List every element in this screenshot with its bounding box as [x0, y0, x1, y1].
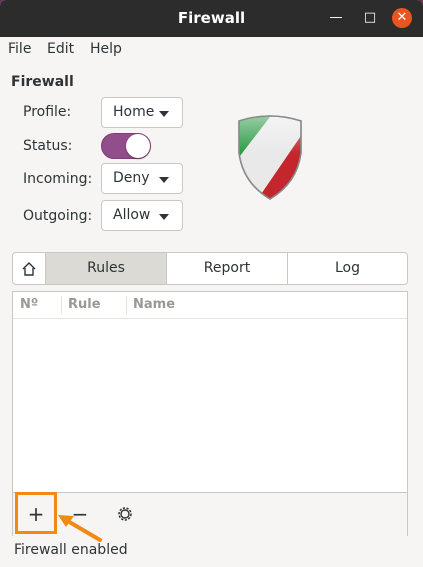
toggle-knob — [126, 134, 150, 158]
shield-icon — [238, 115, 302, 200]
gear-icon — [118, 507, 132, 521]
tab-bar: Rules Report Log — [12, 252, 408, 285]
menu-bar: File Edit Help — [0, 37, 423, 61]
incoming-label: Incoming: — [23, 171, 93, 187]
close-button[interactable]: ✕ — [392, 8, 412, 28]
menu-edit[interactable]: Edit — [47, 41, 74, 57]
status-bar-text: Firewall enabled — [14, 542, 128, 558]
column-name[interactable]: Name — [133, 297, 175, 312]
column-separator — [126, 296, 127, 314]
annotation-arrow-icon — [58, 515, 102, 542]
menu-help[interactable]: Help — [90, 41, 122, 57]
outgoing-value: Allow — [113, 207, 151, 223]
rules-table-header: Nº Rule Name — [13, 292, 407, 319]
firewall-section-title: Firewall — [11, 74, 74, 90]
tab-rules[interactable]: Rules — [45, 253, 166, 284]
profile-combo[interactable]: Home — [101, 97, 183, 128]
column-separator — [61, 296, 62, 314]
profile-value: Home — [113, 104, 155, 120]
status-toggle[interactable] — [101, 133, 151, 159]
tab-report[interactable]: Report — [166, 253, 287, 284]
incoming-value: Deny — [113, 170, 150, 186]
profile-label: Profile: — [23, 104, 72, 120]
status-label: Status: — [23, 138, 73, 154]
outgoing-label: Outgoing: — [23, 208, 93, 224]
home-icon — [22, 262, 36, 276]
tab-log[interactable]: Log — [287, 253, 407, 284]
rule-settings-button[interactable] — [107, 497, 143, 531]
firewall-window: Firewall — □ ✕ File Edit Help Firewall P… — [0, 0, 423, 567]
menu-file[interactable]: File — [8, 41, 31, 57]
incoming-combo[interactable]: Deny — [101, 163, 183, 194]
maximize-button[interactable]: □ — [360, 8, 380, 28]
rules-list[interactable]: Nº Rule Name + − — [12, 291, 408, 536]
add-button-highlight — [15, 492, 57, 534]
chevron-down-icon — [159, 177, 169, 183]
minimize-button[interactable]: — — [326, 8, 346, 28]
chevron-down-icon — [159, 111, 169, 117]
tab-home[interactable] — [13, 253, 45, 284]
column-rule[interactable]: Rule — [68, 297, 101, 312]
title-bar: Firewall — □ ✕ — [0, 0, 423, 37]
chevron-down-icon — [159, 214, 169, 220]
column-number[interactable]: Nº — [20, 297, 38, 312]
outgoing-combo[interactable]: Allow — [101, 200, 183, 231]
